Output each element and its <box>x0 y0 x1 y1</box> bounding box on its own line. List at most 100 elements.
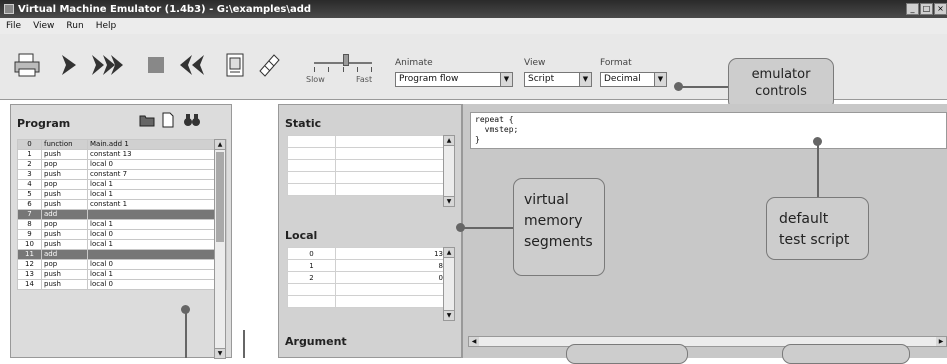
program-argument <box>87 249 227 260</box>
slow-label: Slow <box>306 75 325 84</box>
program-command: push <box>41 269 88 280</box>
printer-icon[interactable] <box>12 48 42 82</box>
animate-label: Animate <box>395 58 433 68</box>
program-command: add <box>41 209 88 220</box>
reset-icon[interactable] <box>174 48 210 82</box>
program-command: push <box>41 279 88 290</box>
scroll-up-icon[interactable]: ▲ <box>444 248 454 258</box>
program-argument: local 1 <box>87 219 227 230</box>
scroll-up-icon[interactable]: ▲ <box>444 136 454 146</box>
program-command: pop <box>41 179 88 190</box>
program-row[interactable]: 8 pop local 1 <box>17 219 227 230</box>
program-row[interactable]: 4 pop local 1 <box>17 179 227 190</box>
program-argument: Main.add 1 <box>87 139 227 150</box>
program-row[interactable]: 13 push local 1 <box>17 269 227 280</box>
program-line-number: 9 <box>17 229 42 240</box>
close-button[interactable]: × <box>934 3 947 15</box>
program-panel: Program 0 function Main.add 1 1 push constant… <box>10 104 232 359</box>
slider-thumb[interactable] <box>342 54 349 66</box>
menu-view[interactable]: View <box>33 21 54 31</box>
program-row[interactable]: 10 push local 1 <box>17 239 227 250</box>
program-row[interactable]: 12 pop local 0 <box>17 259 227 270</box>
segment-address: 2 <box>287 271 336 284</box>
program-command: push <box>41 169 88 180</box>
local-scrollbar[interactable]: ▲ ▼ <box>443 247 455 321</box>
program-command: push <box>41 199 88 210</box>
scroll-thumb[interactable] <box>216 152 224 242</box>
program-command: push <box>41 189 88 200</box>
callout-line <box>185 312 187 358</box>
view-select[interactable]: Script ▼ <box>524 72 592 87</box>
callout-partial <box>566 344 688 364</box>
program-argument: local 0 <box>87 229 227 240</box>
view-label: View <box>524 58 546 68</box>
program-command: pop <box>41 159 88 170</box>
program-row[interactable]: 11 add <box>17 249 227 260</box>
segment-value[interactable]: 0 <box>335 271 447 284</box>
view-value: Script <box>528 74 555 84</box>
segment-address: 1 <box>287 259 336 272</box>
program-row[interactable]: 3 push constant 7 <box>17 169 227 180</box>
scroll-left-icon[interactable]: ◀ <box>469 337 479 346</box>
program-row[interactable]: 6 push constant 1 <box>17 199 227 210</box>
program-row[interactable]: 0 function Main.add 1 <box>17 139 227 150</box>
window-controls: _ □ × <box>906 3 947 15</box>
callout-emulator-controls: emulator controls <box>728 58 834 110</box>
local-title: Local <box>285 229 318 242</box>
program-line-number: 4 <box>17 179 42 190</box>
load-script-icon[interactable] <box>220 48 250 82</box>
program-line-number: 3 <box>17 169 42 180</box>
chevron-down-icon: ▼ <box>500 73 512 86</box>
menu-run[interactable]: Run <box>66 21 83 31</box>
program-argument: local 0 <box>87 259 227 270</box>
test-script-editor[interactable]: repeat { vmstep; } <box>470 112 947 149</box>
menu-help[interactable]: Help <box>96 21 117 31</box>
breakpoint-icon[interactable] <box>254 48 284 82</box>
program-argument: constant 1 <box>87 199 227 210</box>
scroll-down-icon[interactable]: ▼ <box>444 196 454 206</box>
maximize-button[interactable]: □ <box>920 3 933 15</box>
static-scrollbar[interactable]: ▲ ▼ <box>443 135 455 207</box>
run-icon[interactable] <box>87 48 127 82</box>
stop-icon[interactable] <box>141 48 171 82</box>
program-argument <box>87 209 227 220</box>
program-row[interactable]: 1 push constant 13 <box>17 149 227 160</box>
format-select[interactable]: Decimal ▼ <box>600 72 667 87</box>
app-icon <box>4 4 14 14</box>
program-title: Program <box>17 117 71 130</box>
new-file-icon[interactable] <box>161 112 175 131</box>
local-segment-row: 20 <box>287 271 447 284</box>
scroll-down-icon[interactable]: ▼ <box>444 310 454 320</box>
binoculars-icon[interactable] <box>183 112 201 131</box>
speed-slider[interactable]: Slow Fast <box>300 48 392 88</box>
scroll-up-icon[interactable]: ▲ <box>215 140 225 150</box>
callout-line <box>817 144 819 198</box>
program-argument: local 0 <box>87 279 227 290</box>
callout-line <box>681 86 728 88</box>
callout-partial <box>782 344 910 364</box>
memory-segments-panel: Static ▲ ▼ Local 0 13 1 8 2 0 ▲ ▼ Argument <box>278 104 462 358</box>
segment-value[interactable]: 13 <box>335 247 447 260</box>
program-line-number: 13 <box>17 269 42 280</box>
callout-default-test-script: default test script <box>766 197 869 260</box>
scroll-down-icon[interactable]: ▼ <box>215 348 225 358</box>
callout-line <box>243 330 245 358</box>
program-line-number: 14 <box>17 279 42 290</box>
program-row[interactable]: 7 add <box>17 209 227 220</box>
scroll-right-icon[interactable]: ▶ <box>936 337 946 346</box>
animate-select[interactable]: Program flow ▼ <box>395 72 513 87</box>
folder-icon[interactable] <box>139 113 155 130</box>
fast-label: Fast <box>356 75 373 84</box>
program-row[interactable]: 9 push local 0 <box>17 229 227 240</box>
menu-file[interactable]: File <box>6 21 21 31</box>
segment-value[interactable]: 8 <box>335 259 447 272</box>
callout-line <box>463 227 513 229</box>
single-step-icon[interactable] <box>55 48 85 82</box>
program-row[interactable]: 14 push local 0 <box>17 279 227 290</box>
program-command: pop <box>41 259 88 270</box>
minimize-button[interactable]: _ <box>906 3 919 15</box>
program-row[interactable]: 2 pop local 0 <box>17 159 227 170</box>
program-line-number: 6 <box>17 199 42 210</box>
program-row[interactable]: 5 push local 1 <box>17 189 227 200</box>
program-scrollbar[interactable]: ▲ ▼ <box>214 139 226 359</box>
